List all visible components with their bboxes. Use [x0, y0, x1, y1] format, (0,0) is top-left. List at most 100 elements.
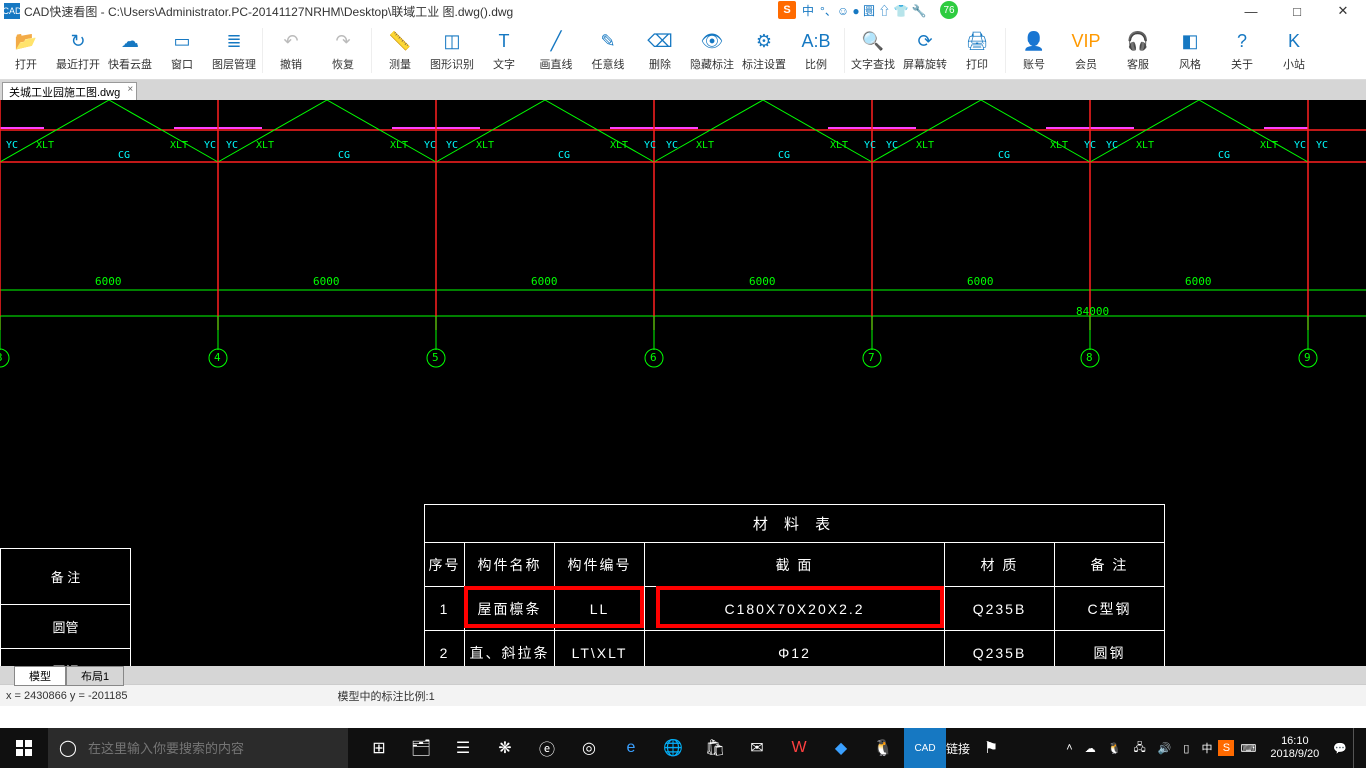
start-button[interactable]: [0, 728, 48, 768]
toolbar-恢复[interactable]: ↷ 恢复: [317, 24, 369, 77]
action-center-icon[interactable]: 💬: [1327, 742, 1353, 755]
toolbar-label: 打开: [15, 56, 37, 72]
qq-icon[interactable]: 🐧: [862, 728, 904, 768]
edge-icon[interactable]: e: [610, 728, 652, 768]
toolbar-画直线[interactable]: ╱画直线: [530, 24, 582, 77]
show-desktop[interactable]: [1353, 728, 1366, 768]
statusbar: x = 2430866 y = -201185 模型中的标注比例:1: [0, 684, 1366, 706]
network-icon[interactable]: 🖧: [1127, 739, 1151, 758]
member-label: CG: [118, 150, 130, 161]
ime-lang[interactable]: 中: [802, 2, 814, 19]
cortana-icon[interactable]: ◯: [48, 738, 88, 758]
member-label: XLT: [36, 140, 54, 151]
toolbar-icon: ≣: [220, 30, 248, 54]
maximize-button[interactable]: □: [1274, 0, 1320, 22]
toolbar-文字查找[interactable]: 🔍文字查找: [847, 24, 899, 77]
toolbar-会员[interactable]: VIP会员: [1060, 24, 1112, 77]
toolbar-label: 快看云盘: [108, 56, 152, 72]
close-icon[interactable]: ×: [127, 84, 133, 95]
titlebar: CAD CAD快速看图 - C:\Users\Administrator.PC-…: [0, 0, 1366, 22]
app-icon-1[interactable]: ☰: [442, 728, 484, 768]
file-tab[interactable]: 关城工业园施工图.dwg ×: [2, 82, 137, 100]
toolbar-打开[interactable]: 📂打开: [0, 24, 52, 77]
member-label: YC: [644, 140, 656, 151]
notification-badge[interactable]: 76: [940, 1, 958, 19]
toolbar-小站[interactable]: K小站: [1268, 24, 1320, 77]
grid-balloon: 3: [0, 351, 3, 364]
explorer-icon[interactable]: 🗂: [400, 728, 442, 768]
onedrive-icon[interactable]: ☁: [1079, 742, 1102, 755]
tray-up-icon[interactable]: ˄: [1060, 742, 1078, 754]
toolbar-label: 恢复: [332, 56, 354, 72]
toolbar-icon: VIP: [1072, 30, 1100, 54]
toolbar-任意线[interactable]: ✎任意线: [582, 24, 634, 77]
window-title: CAD快速看图 - C:\Users\Administrator.PC-2014…: [24, 3, 513, 20]
toolbar-label: 最近打开: [56, 56, 100, 72]
toolbar-icon: ↻: [64, 30, 92, 54]
toolbar-label: 测量: [389, 56, 411, 72]
minimize-button[interactable]: —: [1228, 0, 1274, 22]
cad-icon[interactable]: CAD: [904, 728, 946, 768]
toolbar-风格[interactable]: ◧风格: [1164, 24, 1216, 77]
toolbar-icon: ↷: [329, 30, 357, 54]
toolbar-比例[interactable]: A:B比例: [790, 24, 842, 77]
member-label: XLT: [476, 140, 494, 151]
edge-legacy-icon[interactable]: ⓔ: [526, 728, 568, 768]
ime-tray-zhong[interactable]: 中: [1195, 740, 1218, 756]
search-input[interactable]: [88, 741, 328, 756]
toolbar-屏幕旋转[interactable]: ⟳屏幕旋转: [899, 24, 951, 77]
grid-balloon: 8: [1086, 351, 1093, 364]
layout-tab-1[interactable]: 布局1: [66, 666, 124, 686]
mat-h3: 截 面: [645, 543, 945, 587]
toolbar-图层管理[interactable]: ≣图层管理: [208, 24, 260, 77]
flag-icon[interactable]: ⚑: [970, 728, 1012, 768]
battery-icon[interactable]: ▯: [1177, 742, 1195, 755]
tray-clock[interactable]: 16:10 2018/9/20: [1262, 735, 1327, 761]
toolbar-最近打开[interactable]: ↻ 最近打开: [52, 24, 104, 77]
member-label: XLT: [830, 140, 848, 151]
toolbar-删除[interactable]: ⌫删除: [634, 24, 686, 77]
toolbar-label: 客服: [1127, 56, 1149, 72]
mail-icon[interactable]: ✉: [736, 728, 778, 768]
qq-tray-icon[interactable]: 🐧: [1102, 742, 1128, 755]
360-icon[interactable]: ❋: [484, 728, 526, 768]
ime-tools[interactable]: °、☺ ● 圜 ⇧ 👕 🔧: [820, 2, 927, 19]
toolbar-关于[interactable]: ?关于: [1216, 24, 1268, 77]
toolbar-窗口[interactable]: ▭窗口: [156, 24, 208, 77]
store-icon[interactable]: 🛍: [694, 728, 736, 768]
close-button[interactable]: ✕: [1320, 0, 1366, 22]
toolbar-撤销[interactable]: ↶撤销: [265, 24, 317, 77]
volume-icon[interactable]: 🔊: [1152, 742, 1178, 755]
wps-icon[interactable]: W: [778, 728, 820, 768]
toolbar-icon: T: [490, 30, 518, 54]
toolbar-文字[interactable]: T文字: [478, 24, 530, 77]
taskbar-search[interactable]: ◯: [48, 728, 348, 768]
toolbar-icon: ◫: [438, 30, 466, 54]
drawing-canvas[interactable]: 备 注 圆管 圆钢 圆钢 材 料 表 序号 构件名称 构件编号 截 面 材 质 …: [0, 100, 1366, 666]
toolbar-icon: 🖨: [963, 30, 991, 54]
toolbar-隐藏标注[interactable]: 👁隐藏标注: [686, 24, 738, 77]
span-label: 6000: [313, 275, 340, 288]
toolbar-打印[interactable]: 🖨打印: [951, 24, 1003, 77]
toolbar-标注设置[interactable]: ⚙标注设置: [738, 24, 790, 77]
grid-balloon: 4: [214, 351, 221, 364]
uc-icon[interactable]: ◎: [568, 728, 610, 768]
sogou-tray-icon[interactable]: S: [1218, 740, 1234, 756]
link-label[interactable]: 链接: [946, 728, 970, 768]
ie-icon[interactable]: 🌐: [652, 728, 694, 768]
toolbar-快看云盘[interactable]: ☁ 快看云盘: [104, 24, 156, 77]
tencent-icon[interactable]: ◆: [820, 728, 862, 768]
sogou-ime-icon[interactable]: S: [778, 1, 796, 19]
toolbar-客服[interactable]: 🎧客服: [1112, 24, 1164, 77]
keyboard-icon[interactable]: ⌨: [1234, 742, 1262, 755]
toolbar-测量[interactable]: 📏 测量: [374, 24, 426, 77]
grid-balloon: 5: [432, 351, 439, 364]
toolbar-账号[interactable]: 👤账号: [1008, 24, 1060, 77]
layout-tab-model[interactable]: 模型: [14, 666, 66, 686]
member-label: XLT: [1050, 140, 1068, 151]
taskview-icon[interactable]: ⊞: [358, 728, 400, 768]
toolbar-图形识别[interactable]: ◫图形识别: [426, 24, 478, 77]
toolbar-icon: 📏: [386, 30, 414, 54]
toolbar-icon: ☁: [116, 30, 144, 54]
member-label: CG: [558, 150, 570, 161]
